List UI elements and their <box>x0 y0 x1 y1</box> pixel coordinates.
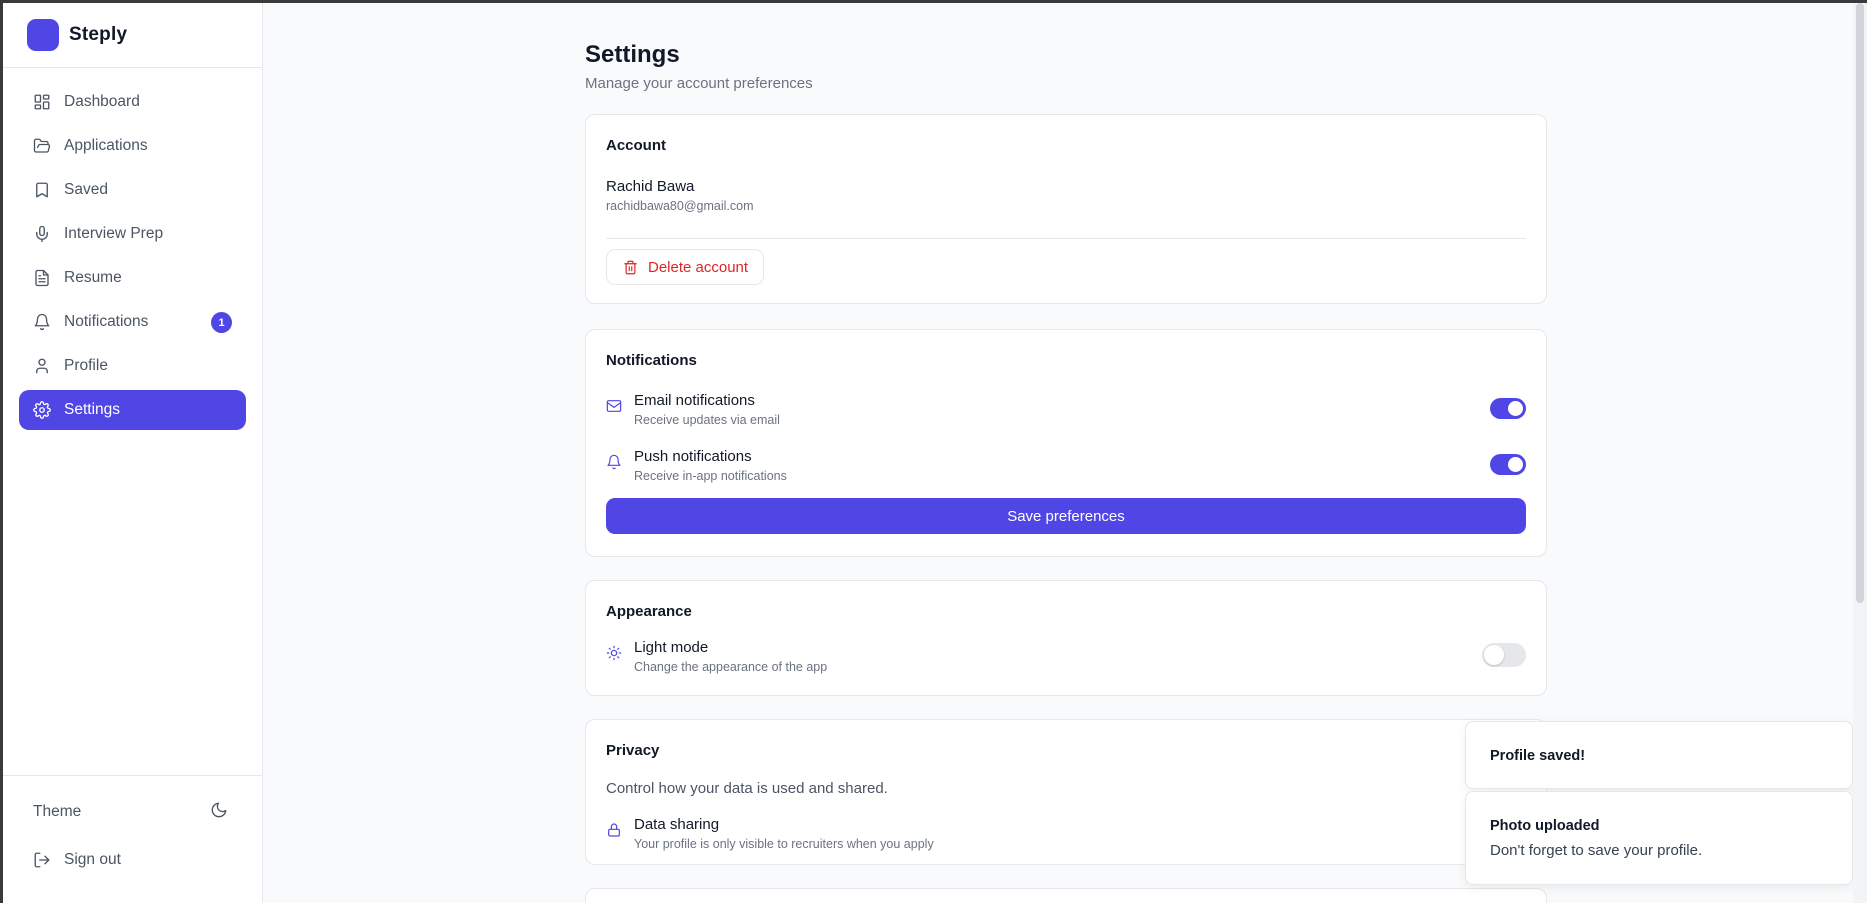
email-notifications-toggle[interactable] <box>1490 398 1526 419</box>
mail-icon <box>606 398 622 414</box>
log-out-icon <box>33 851 64 869</box>
data-sharing-label: Data sharing <box>634 816 720 833</box>
sun-icon <box>606 645 622 661</box>
sidebar-item-label: Notifications <box>64 313 149 330</box>
toast-description: Don't forget to save your profile. <box>1490 842 1703 859</box>
push-notifications-toggle[interactable] <box>1490 454 1526 475</box>
theme-toggle[interactable]: Theme <box>19 790 246 834</box>
sidebar-item-label: Resume <box>64 269 122 286</box>
divider <box>606 238 1526 239</box>
sidebar-item-label: Dashboard <box>64 93 140 110</box>
microphone-icon <box>33 225 51 243</box>
lock-icon <box>606 822 622 838</box>
sidebar: Steply Dashboard Applications Saved Inte… <box>3 3 263 903</box>
sign-out-button[interactable]: Sign out <box>19 840 246 880</box>
light-mode-row: Light mode Change the appearance of the … <box>606 639 1526 679</box>
sidebar-footer: Theme Sign out <box>3 775 262 903</box>
scrollbar-thumb[interactable] <box>1856 3 1864 603</box>
bookmark-icon <box>33 181 51 199</box>
sidebar-item-interview-prep[interactable]: Interview Prep <box>19 214 246 254</box>
folder-open-icon <box>33 137 51 155</box>
push-notifications-desc: Receive in-app notifications <box>634 469 787 483</box>
light-mode-toggle[interactable] <box>1482 643 1526 667</box>
push-notifications-label: Push notifications <box>634 448 752 465</box>
appearance-card: Appearance Light mode Change the appeara… <box>585 580 1547 696</box>
delete-account-button[interactable]: Delete account <box>606 249 764 285</box>
privacy-card: Privacy Control how your data is used an… <box>585 719 1547 865</box>
push-notifications-row: Push notifications Receive in-app notifi… <box>606 448 1526 488</box>
privacy-title: Privacy <box>606 742 660 759</box>
email-notifications-label: Email notifications <box>634 392 755 409</box>
sign-out-label: Sign out <box>64 851 121 868</box>
toast-profile-saved[interactable]: Profile saved! <box>1465 721 1853 789</box>
sidebar-item-notifications[interactable]: Notifications 1 <box>19 302 246 342</box>
data-sharing-row: Data sharing Your profile is only visibl… <box>606 816 1526 856</box>
light-mode-desc: Change the appearance of the app <box>634 660 828 674</box>
notifications-card: Notifications Email notifications Receiv… <box>585 329 1547 557</box>
sidebar-item-applications[interactable]: Applications <box>19 126 246 166</box>
brand-logo <box>27 19 59 51</box>
account-card: Account Rachid Bawa rachidbawa80@gmail.c… <box>585 114 1547 304</box>
email-notifications-desc: Receive updates via email <box>634 413 780 427</box>
bell-icon <box>606 454 622 470</box>
notifications-title: Notifications <box>606 352 697 369</box>
account-title: Account <box>606 137 666 154</box>
app-window: Steply Dashboard Applications Saved Inte… <box>3 3 1867 903</box>
toast-photo-uploaded[interactable]: Photo uploaded Don't forget to save your… <box>1465 791 1853 885</box>
moon-icon[interactable] <box>210 801 228 824</box>
toast-title: Profile saved! <box>1490 748 1586 764</box>
sidebar-item-label: Saved <box>64 181 108 198</box>
save-preferences-button[interactable]: Save preferences <box>606 498 1526 534</box>
dashboard-icon <box>33 93 51 111</box>
trash-icon <box>623 260 648 275</box>
sidebar-item-profile[interactable]: Profile <box>19 346 246 386</box>
sidebar-item-label: Interview Prep <box>64 225 164 242</box>
appearance-title: Appearance <box>606 603 692 620</box>
toast-title: Photo uploaded <box>1490 818 1600 834</box>
account-name: Rachid Bawa <box>606 178 695 195</box>
email-notifications-row: Email notifications Receive updates via … <box>606 392 1526 432</box>
page-scrollbar[interactable] <box>1853 3 1867 903</box>
data-sharing-desc: Your profile is only visible to recruite… <box>634 837 934 851</box>
sidebar-item-resume[interactable]: Resume <box>19 258 246 298</box>
account-email: rachidbawa80@gmail.com <box>606 199 754 213</box>
sidebar-item-saved[interactable]: Saved <box>19 170 246 210</box>
sidebar-item-label: Applications <box>64 137 148 154</box>
privacy-description: Control how your data is used and shared… <box>606 780 888 797</box>
sidebar-nav: Dashboard Applications Saved Interview P… <box>3 68 262 430</box>
delete-account-label: Delete account <box>648 258 749 276</box>
notification-count-badge: 1 <box>211 312 232 333</box>
sidebar-item-dashboard[interactable]: Dashboard <box>19 82 246 122</box>
sidebar-item-label: Settings <box>64 401 121 418</box>
gear-icon <box>33 401 51 419</box>
next-settings-card <box>585 888 1547 903</box>
page-subtitle: Manage your account preferences <box>585 75 813 92</box>
sidebar-item-label: Profile <box>64 357 108 374</box>
light-mode-label: Light mode <box>634 639 709 656</box>
file-text-icon <box>33 269 51 287</box>
sidebar-item-settings[interactable]: Settings <box>19 390 246 430</box>
theme-label: Theme <box>33 803 82 820</box>
brand-name: Steply <box>69 24 128 45</box>
bell-icon <box>33 313 51 331</box>
page-title: Settings <box>585 41 680 68</box>
brand[interactable]: Steply <box>3 3 262 68</box>
user-icon <box>33 357 51 375</box>
